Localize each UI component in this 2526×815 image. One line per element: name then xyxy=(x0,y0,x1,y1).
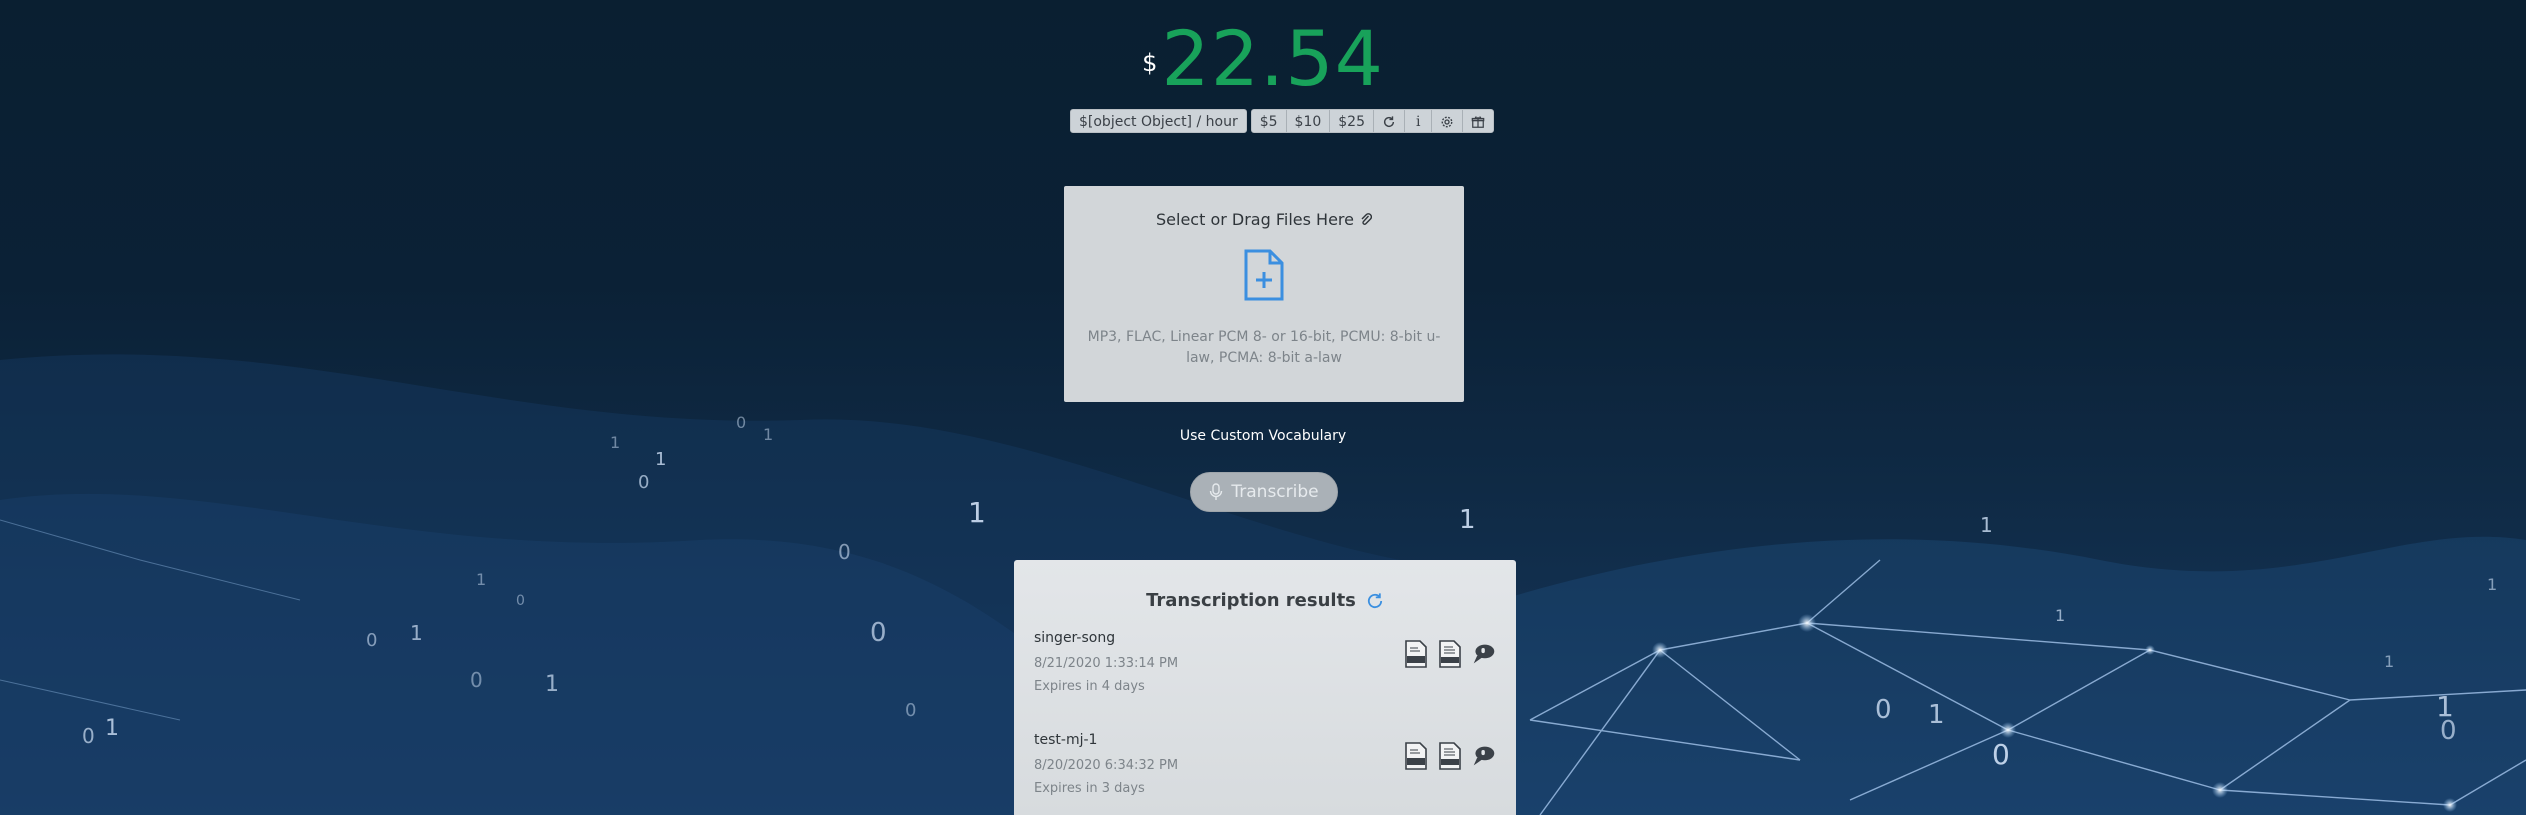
settings-button[interactable] xyxy=(1432,110,1464,132)
paperclip-icon xyxy=(1361,212,1372,225)
info-icon: i xyxy=(1416,114,1421,130)
supported-formats: MP3, FLAC, Linear PCM 8- or 16-bit, PCMU… xyxy=(1087,329,1441,366)
topup-25-button[interactable]: $25 xyxy=(1330,110,1374,132)
topup-5-button[interactable]: $5 xyxy=(1251,110,1287,132)
refresh-balance-button[interactable] xyxy=(1374,110,1405,132)
custom-vocabulary-toggle[interactable]: Use Custom Vocabulary xyxy=(0,428,2526,444)
audio-bubble-icon[interactable] xyxy=(1472,742,1496,770)
transcribe-label: Transcribe xyxy=(1231,482,1319,502)
file-dropzone[interactable]: Select or Drag Files Here MP3, FLAC, Lin… xyxy=(1064,186,1464,402)
dropzone-title: Select or Drag Files Here xyxy=(1156,210,1354,229)
txt-file-icon[interactable] xyxy=(1438,640,1462,668)
json-file-icon[interactable] xyxy=(1404,742,1428,770)
gift-icon xyxy=(1472,116,1485,128)
transcribe-button[interactable]: Transcribe xyxy=(1190,472,1338,512)
list-item: test-mj-1 8/20/2020 6:34:32 PM Expires i… xyxy=(1034,732,1496,796)
txt-file-icon[interactable] xyxy=(1438,742,1462,770)
dropzone-header: Select or Drag Files Here xyxy=(1064,210,1464,229)
balance-amount: 22.54 xyxy=(1161,14,1384,103)
topup-button-group: $5 $10 $25 i xyxy=(1250,109,1495,133)
gift-button[interactable] xyxy=(1463,110,1494,132)
account-balance: $22.54 xyxy=(0,14,2526,103)
list-item: singer-song 8/21/2020 1:33:14 PM Expires… xyxy=(1034,630,1496,694)
billing-toolbar: $[object Object] / hour $5 $10 $25 i xyxy=(1070,109,1495,133)
transcription-results-panel: Transcription results singer-song 8/21/2… xyxy=(1014,560,1516,815)
topup-10-button[interactable]: $10 xyxy=(1286,110,1331,132)
refresh-results-icon[interactable] xyxy=(1366,592,1384,610)
refresh-icon xyxy=(1383,116,1395,128)
currency-symbol: $ xyxy=(1142,49,1158,77)
result-expiry: Expires in 4 days xyxy=(1034,679,1145,694)
result-actions xyxy=(1404,640,1496,668)
results-title: Transcription results xyxy=(1146,590,1356,611)
result-expiry: Expires in 3 days xyxy=(1034,781,1145,796)
result-actions xyxy=(1404,742,1496,770)
results-header: Transcription results xyxy=(1014,590,1516,611)
add-file-icon xyxy=(1244,249,1284,301)
settings-icon xyxy=(1442,116,1453,128)
microphone-icon xyxy=(1210,483,1223,500)
audio-bubble-icon[interactable] xyxy=(1472,640,1496,668)
rate-badge: $[object Object] / hour xyxy=(1070,109,1247,133)
json-file-icon[interactable] xyxy=(1404,640,1428,668)
info-button[interactable]: i xyxy=(1405,110,1433,132)
